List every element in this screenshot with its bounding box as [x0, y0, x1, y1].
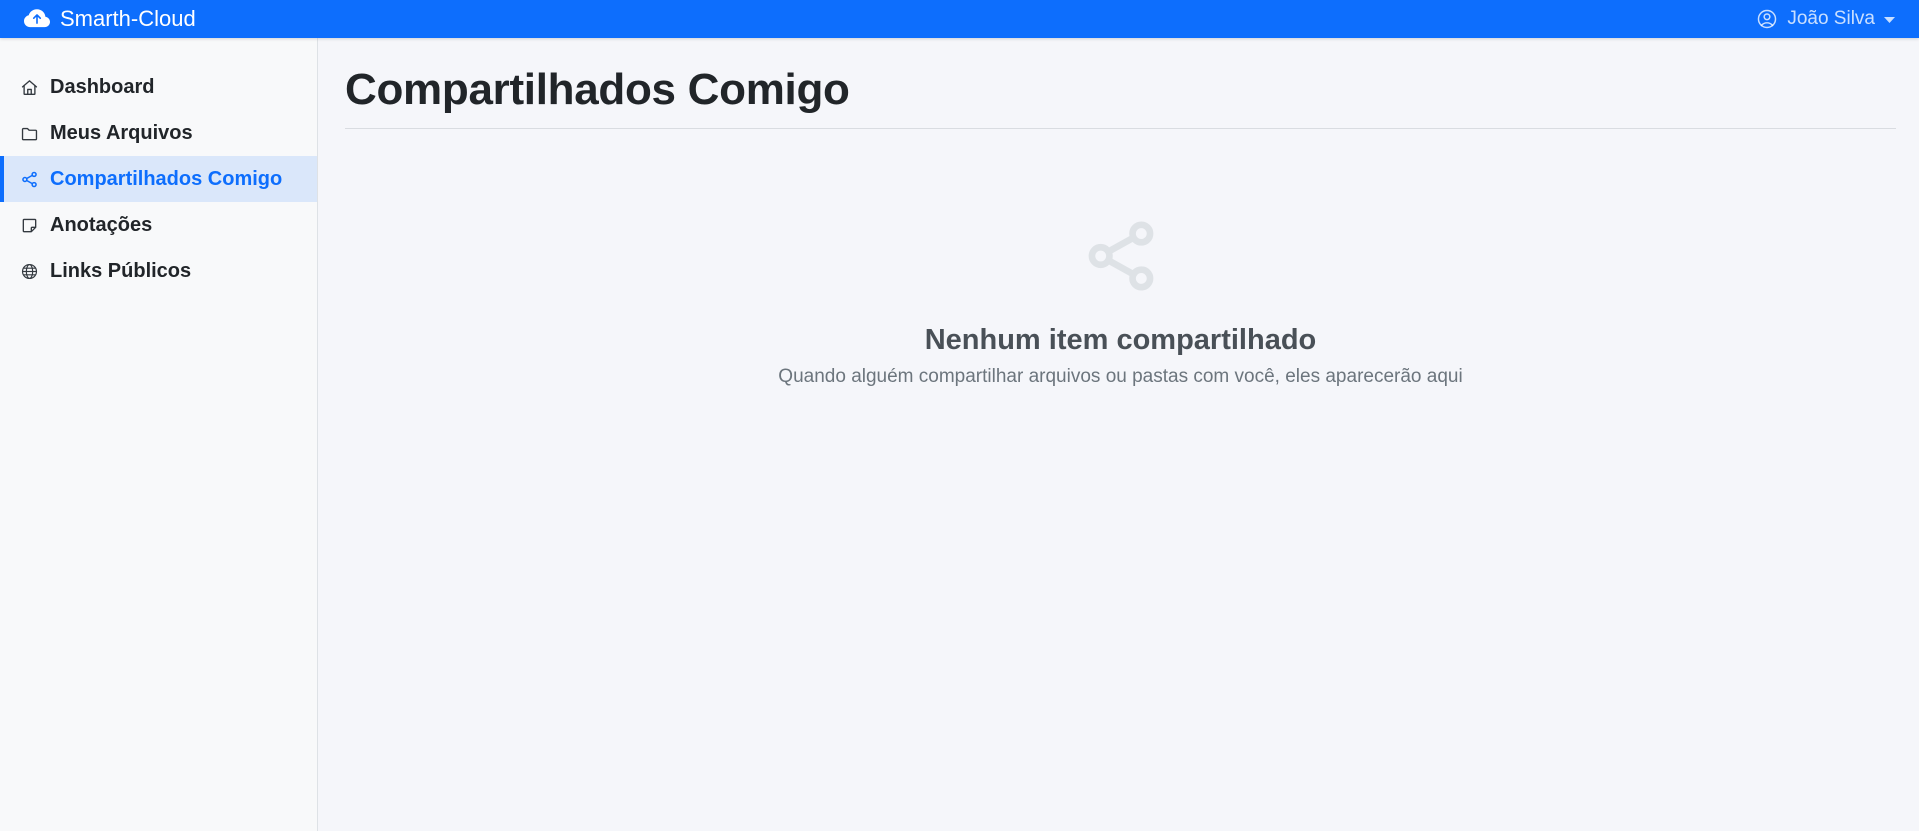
sidebar-item-anotacoes[interactable]: Anotações — [0, 202, 317, 248]
sidebar-item-meus-arquivos[interactable]: Meus Arquivos — [0, 110, 317, 156]
person-circle-icon — [1756, 8, 1778, 30]
house-icon — [20, 78, 39, 97]
sidebar-item-label: Meus Arquivos — [50, 122, 193, 144]
sidebar-item-label: Dashboard — [50, 76, 155, 98]
user-menu-toggle[interactable]: João Silva — [1756, 8, 1895, 30]
sidebar-item-label: Anotações — [50, 214, 153, 236]
sidebar-nav: Dashboard Meus Arquivos Compartilhados Com… — [0, 64, 317, 294]
brand-link[interactable]: Smarth-Cloud — [24, 6, 196, 32]
globe-icon — [20, 262, 39, 281]
caret-down-icon — [1884, 16, 1895, 24]
empty-state: Nenhum item compartilhado Quando alguém … — [345, 129, 1896, 388]
brand-label: Smarth-Cloud — [60, 6, 196, 31]
note-icon — [20, 216, 39, 235]
empty-state-subtitle: Quando alguém compartilhar arquivos ou p… — [778, 366, 1463, 387]
page-title: Compartilhados Comigo — [345, 65, 850, 114]
share-icon — [1079, 214, 1163, 298]
top-navbar: Smarth-Cloud João Silva — [0, 0, 1919, 38]
sidebar-item-compartilhados-comigo[interactable]: Compartilhados Comigo — [0, 156, 317, 202]
main-content: Compartilhados Comigo Nenhum item compar… — [318, 38, 1919, 831]
cloud-upload-icon — [24, 6, 50, 32]
sidebar-item-dashboard[interactable]: Dashboard — [0, 64, 317, 110]
empty-state-title: Nenhum item compartilhado — [924, 324, 1317, 356]
user-name: João Silva — [1787, 8, 1875, 29]
app-layout: Dashboard Meus Arquivos Compartilhados Com… — [0, 38, 1919, 831]
sidebar-item-label: Compartilhados Comigo — [50, 168, 283, 190]
share-icon — [20, 170, 39, 189]
sidebar: Dashboard Meus Arquivos Compartilhados Com… — [0, 38, 318, 831]
sidebar-item-links-publicos[interactable]: Links Públicos — [0, 248, 317, 294]
sidebar-item-label: Links Públicos — [50, 260, 192, 282]
folder-icon — [20, 124, 39, 143]
